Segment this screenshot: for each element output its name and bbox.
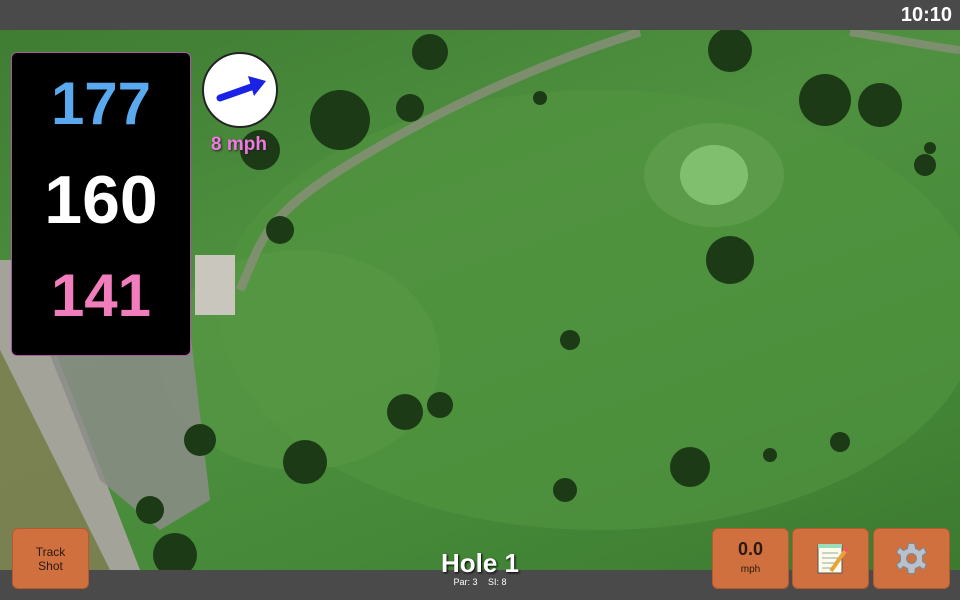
wind-indicator [202,52,278,128]
speed-button[interactable]: 0.0 mph [712,528,789,589]
clock: 10:10 [900,4,952,26]
distance-panel: 177 160 141 [11,52,191,356]
middle-distance: 160 [44,162,158,238]
speed-unit: mph [740,564,761,575]
wind-arrow-icon [216,76,266,102]
hole-info: Par: 3 SI: 8 [380,577,580,587]
front-distance: 141 [50,262,152,329]
notes-button[interactable] [792,528,869,589]
notepad-icon [817,544,849,574]
hole-si: SI: 8 [488,577,507,587]
wind-speed: 8 mph [211,134,267,155]
track-shot-button[interactable]: Track Shot [12,528,89,589]
hole-par: Par: 3 [453,577,478,587]
status-bar: 10:10 [0,0,960,30]
course-map[interactable]: 177 160 141 8 mph [0,30,960,570]
track-shot-label-line2: Shot [38,559,63,573]
hole-title: Hole 1 [440,548,520,578]
back-distance: 177 [50,70,152,137]
settings-button[interactable] [873,528,950,589]
gear-icon [895,543,928,574]
track-shot-label-line1: Track [35,545,66,559]
speed-value: 0.0 [737,539,764,559]
